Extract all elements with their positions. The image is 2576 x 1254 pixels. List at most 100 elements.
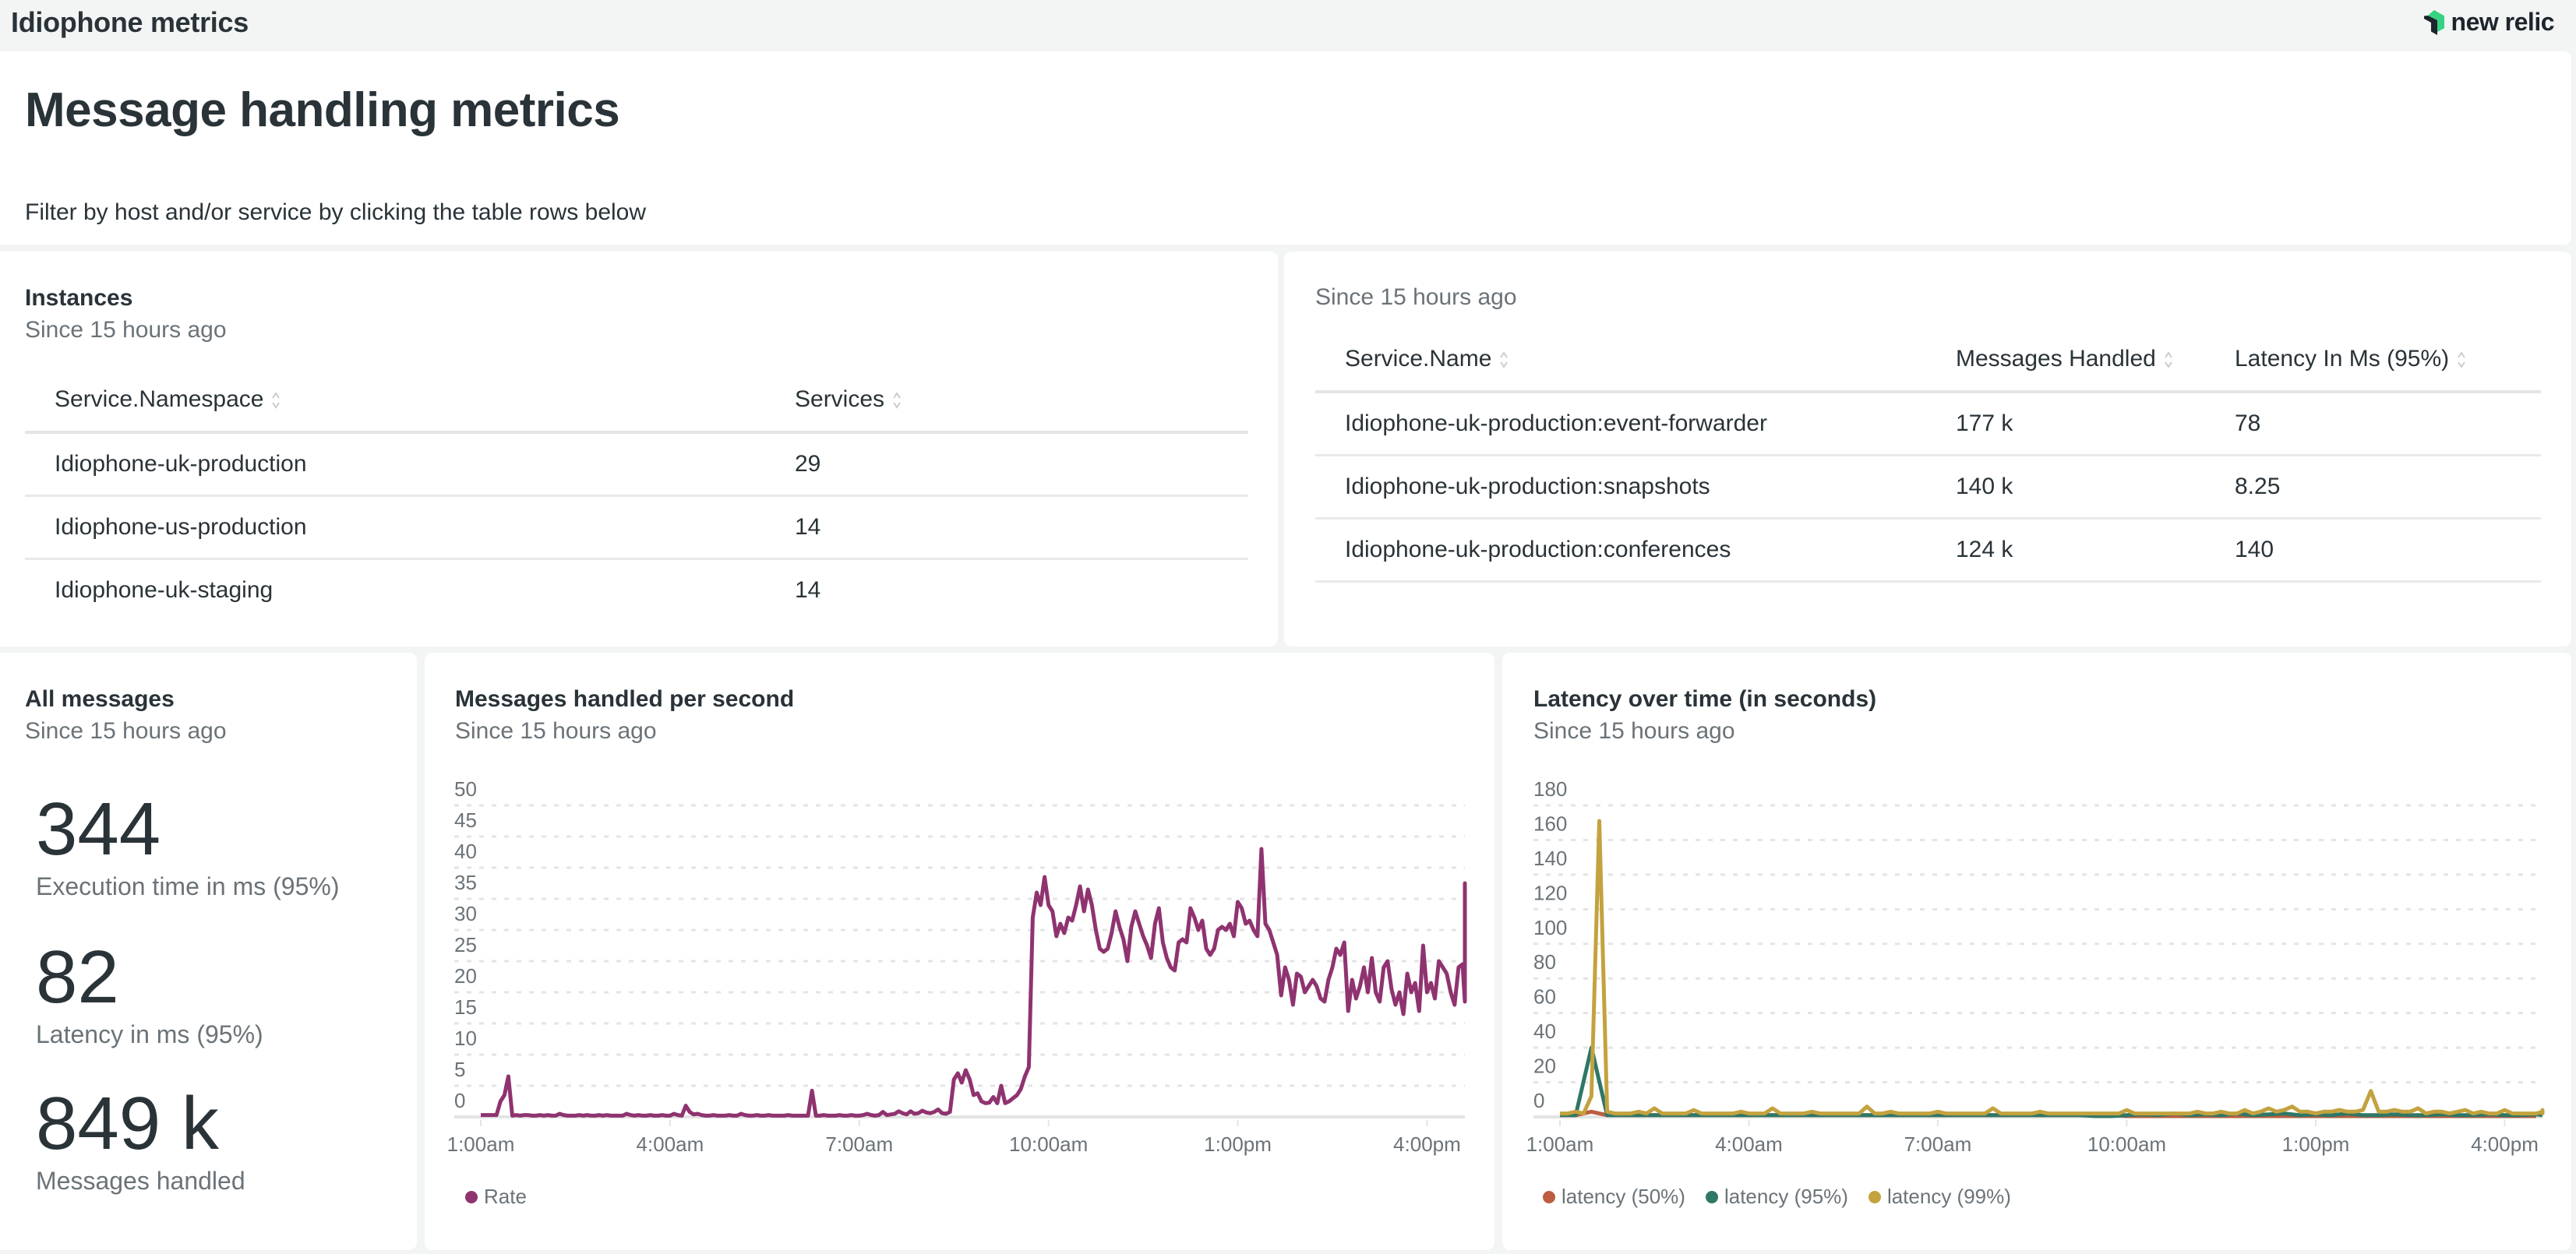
namespace-cell: Idiophone-us-production [25, 495, 765, 560]
services-table: Service.Name Messages Handled Latency In… [1315, 328, 2541, 628]
latency-cell [2205, 581, 2541, 628]
new-relic-logo-text: new relic [2451, 8, 2555, 36]
sort-icon [2458, 351, 2465, 368]
chart-legend: latency (50%) latency (95%) latency (99%… [1543, 1185, 2011, 1209]
messages-handled-label: Messages handled [36, 1167, 245, 1195]
series-line-rate [481, 847, 1467, 1118]
table-header-row: Service.Namespace Services [25, 368, 1248, 434]
page-heading: Message handling metrics [25, 83, 620, 137]
new-relic-logo[interactable]: new relic [2423, 8, 2555, 37]
y-tick-label: 50 [454, 777, 477, 801]
services-panel: Since 15 hours ago Service.Name Messages… [1284, 252, 2571, 646]
y-tick-label: 0 [454, 1089, 465, 1112]
x-tick-label: 7:00am [825, 1132, 893, 1156]
legend-label: latency (50%) [1561, 1185, 1685, 1208]
legend-item-latency-50[interactable]: latency (50%) [1543, 1185, 1685, 1209]
namespace-cell: Idiophone-uk-production [25, 432, 765, 497]
dashboard-title: Idiophone metrics [11, 6, 249, 38]
y-tick-label: 25 [454, 933, 477, 956]
panel-title: Instances [25, 285, 133, 311]
column-header-latency[interactable]: Latency In Ms (95%) [2205, 328, 2541, 393]
column-header-services[interactable]: Services [765, 368, 1248, 434]
legend-label: latency (95%) [1724, 1185, 1848, 1208]
y-tick-label: 0 [1533, 1089, 1544, 1112]
service-name-cell: Idiophone-uk-production:snapshots [1315, 455, 1926, 520]
table-row-clipped[interactable] [1315, 581, 2541, 628]
y-tick-label: 180 [1533, 777, 1567, 801]
services-count-cell: 14 [765, 495, 1248, 560]
x-tick-label: 1:00pm [1204, 1132, 1272, 1156]
panel-subtitle: Since 15 hours ago [25, 317, 227, 343]
panel-title: All messages [25, 686, 175, 712]
x-tick-label: 4:00pm [1393, 1132, 1461, 1156]
y-tick-label: 35 [454, 871, 477, 894]
legend-item-latency-99[interactable]: latency (99%) [1868, 1185, 2011, 1209]
y-tick-label: 100 [1533, 916, 1567, 939]
table-row[interactable]: Idiophone-uk-production:snapshots 140 k … [1315, 455, 2541, 520]
execution-time-value: 344 [36, 787, 161, 871]
y-tick-label: 40 [454, 840, 477, 863]
y-tick-label: 15 [454, 995, 477, 1019]
namespace-cell: Idiophone-uk-staging [55, 577, 273, 603]
latency-value: 82 [36, 935, 119, 1019]
sort-icon [272, 392, 281, 409]
table-row[interactable]: Idiophone-uk-production 29 [25, 432, 1248, 497]
legend-item-latency-95[interactable]: latency (95%) [1705, 1185, 1848, 1209]
x-tick-label: 10:00am [2087, 1132, 2166, 1156]
y-tick-label: 5 [454, 1058, 465, 1081]
service-name-cell: Idiophone-uk-production:conferences [1315, 518, 1926, 583]
legend-label: Rate [484, 1185, 527, 1208]
y-tick-label: 60 [1533, 985, 1556, 1009]
legend-swatch [1543, 1190, 1555, 1203]
column-header-namespace[interactable]: Service.Namespace [25, 368, 765, 434]
x-tick-label: 1:00am [447, 1132, 515, 1156]
all-messages-panel: All messages Since 15 hours ago 344 Exec… [0, 653, 417, 1250]
latency-cell: 78 [2205, 392, 2541, 456]
service-name-cell: Idiophone-uk-production:event-forwarder [1315, 392, 1926, 456]
dashboard-header: Idiophone metrics new relic [0, 0, 2576, 50]
latency-over-time-panel: Latency over time (in seconds) Since 15 … [1502, 653, 2571, 1250]
latency-cell: 140 [2205, 518, 2541, 583]
y-tick-label: 140 [1533, 847, 1567, 870]
legend-item-rate[interactable]: Rate [465, 1185, 527, 1209]
column-header-messages-handled[interactable]: Messages Handled [1926, 328, 2205, 393]
x-tick-label: 4:00pm [2471, 1132, 2539, 1156]
service-name-cell [1315, 581, 1926, 628]
execution-time-label: Execution time in ms (95%) [36, 872, 340, 900]
services-table-scroll[interactable]: Service.Name Messages Handled Latency In… [1315, 328, 2541, 628]
sort-icon [2164, 351, 2172, 368]
messages-handled-cell: 124 k [1926, 518, 2205, 583]
y-tick-label: 120 [1533, 881, 1567, 904]
instances-panel: Instances Since 15 hours ago Service.Nam… [0, 252, 1278, 646]
messages-per-second-panel: Messages handled per second Since 15 hou… [425, 653, 1494, 1250]
x-tick-label: 4:00am [1715, 1132, 1783, 1156]
latency-cell: 8.25 [2205, 455, 2541, 520]
sort-icon [893, 392, 901, 409]
chart-legend: Rate [465, 1185, 527, 1209]
services-count-cell: 14 [795, 577, 821, 603]
table-header-row: Service.Name Messages Handled Latency In… [1315, 328, 2541, 393]
table-row[interactable]: Idiophone-uk-production:event-forwarder … [1315, 392, 2541, 456]
table-row[interactable]: Idiophone-uk-staging 14 [25, 559, 1248, 622]
legend-swatch [1868, 1190, 1881, 1203]
sort-icon [1500, 351, 1509, 368]
table-row[interactable]: Idiophone-us-production 14 [25, 495, 1248, 560]
messages-handled-cell: 177 k [1926, 392, 2205, 456]
new-relic-logo-icon [2423, 9, 2444, 35]
latency-label: Latency in ms (95%) [36, 1020, 263, 1048]
panel-subtitle: Since 15 hours ago [1315, 284, 1517, 310]
panel-subtitle: Since 15 hours ago [25, 718, 227, 744]
messages-handled-value: 849 k [36, 1082, 219, 1165]
x-tick-label: 7:00am [1904, 1132, 1972, 1156]
table-row[interactable]: Idiophone-uk-production:conferences 124 … [1315, 518, 2541, 583]
y-tick-label: 160 [1533, 812, 1567, 835]
column-header-service-name[interactable]: Service.Name [1315, 328, 1926, 393]
latency-over-time-chart[interactable]: 0 20 40 60 80 100 120 140 160 180 1:00am 4:00am 7:00… [1502, 653, 2571, 1182]
y-tick-label: 20 [1533, 1055, 1556, 1078]
y-tick-label: 45 [454, 808, 477, 832]
messages-handled-cell: 140 k [1926, 455, 2205, 520]
services-count-cell: 29 [765, 432, 1248, 497]
x-tick-label: 10:00am [1009, 1132, 1088, 1156]
messages-per-second-chart[interactable]: 0 5 10 15 20 25 30 35 40 45 50 1:00am 4:00am 7:00am 10… [425, 653, 1494, 1182]
y-tick-label: 10 [454, 1027, 477, 1050]
